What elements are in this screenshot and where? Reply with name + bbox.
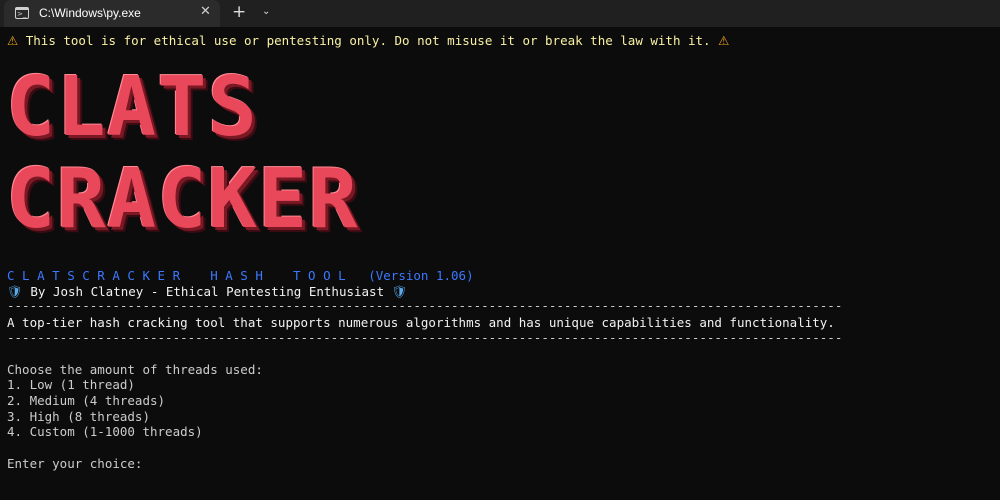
tool-subtitle: C L A T S C R A C K E R H A S H T O O L … <box>7 268 474 283</box>
shield-icon: 🛡 <box>391 284 408 299</box>
ascii-banner: CLATS CRACKER <box>6 62 359 246</box>
new-tab-button[interactable]: + <box>232 2 246 22</box>
menu-option: 2. Medium (4 threads) <box>7 393 166 408</box>
terminal-tab[interactable]: >_ C:\Windows\py.exe ✕ <box>4 0 220 27</box>
tab-title: C:\Windows\py.exe <box>39 6 141 20</box>
menu-option: 1. Low (1 thread) <box>7 377 135 392</box>
title-bar: >_ C:\Windows\py.exe ✕ + ⌄ <box>0 0 1000 27</box>
menu-heading: Choose the amount of threads used: <box>7 362 263 377</box>
warning-line: ⚠ This tool is for ethical use or pentes… <box>7 33 729 49</box>
warning-icon: ⚠ <box>718 33 730 48</box>
input-prompt[interactable]: Enter your choice: <box>7 456 142 472</box>
menu-option: 4. Custom (1-1000 threads) <box>7 424 203 439</box>
warning-icon: ⚠ <box>7 33 19 48</box>
description: A top-tier hash cracking tool that suppo… <box>7 315 835 330</box>
chevron-down-icon[interactable]: ⌄ <box>262 6 270 17</box>
banner-line-2: CRACKER <box>6 152 359 247</box>
author-text: By Josh Clatney - Ethical Pentesting Ent… <box>30 284 385 299</box>
separator: ----------------------------------------… <box>7 298 843 313</box>
shield-icon: 🛡 <box>7 284 23 299</box>
separator: ----------------------------------------… <box>7 330 843 345</box>
banner-line-1: CLATS <box>6 60 258 155</box>
terminal-icon: >_ <box>15 7 29 19</box>
warning-text: This tool is for ethical use or pentesti… <box>25 33 711 48</box>
menu-option: 3. High (8 threads) <box>7 409 150 424</box>
close-tab-icon[interactable]: ✕ <box>200 4 211 19</box>
